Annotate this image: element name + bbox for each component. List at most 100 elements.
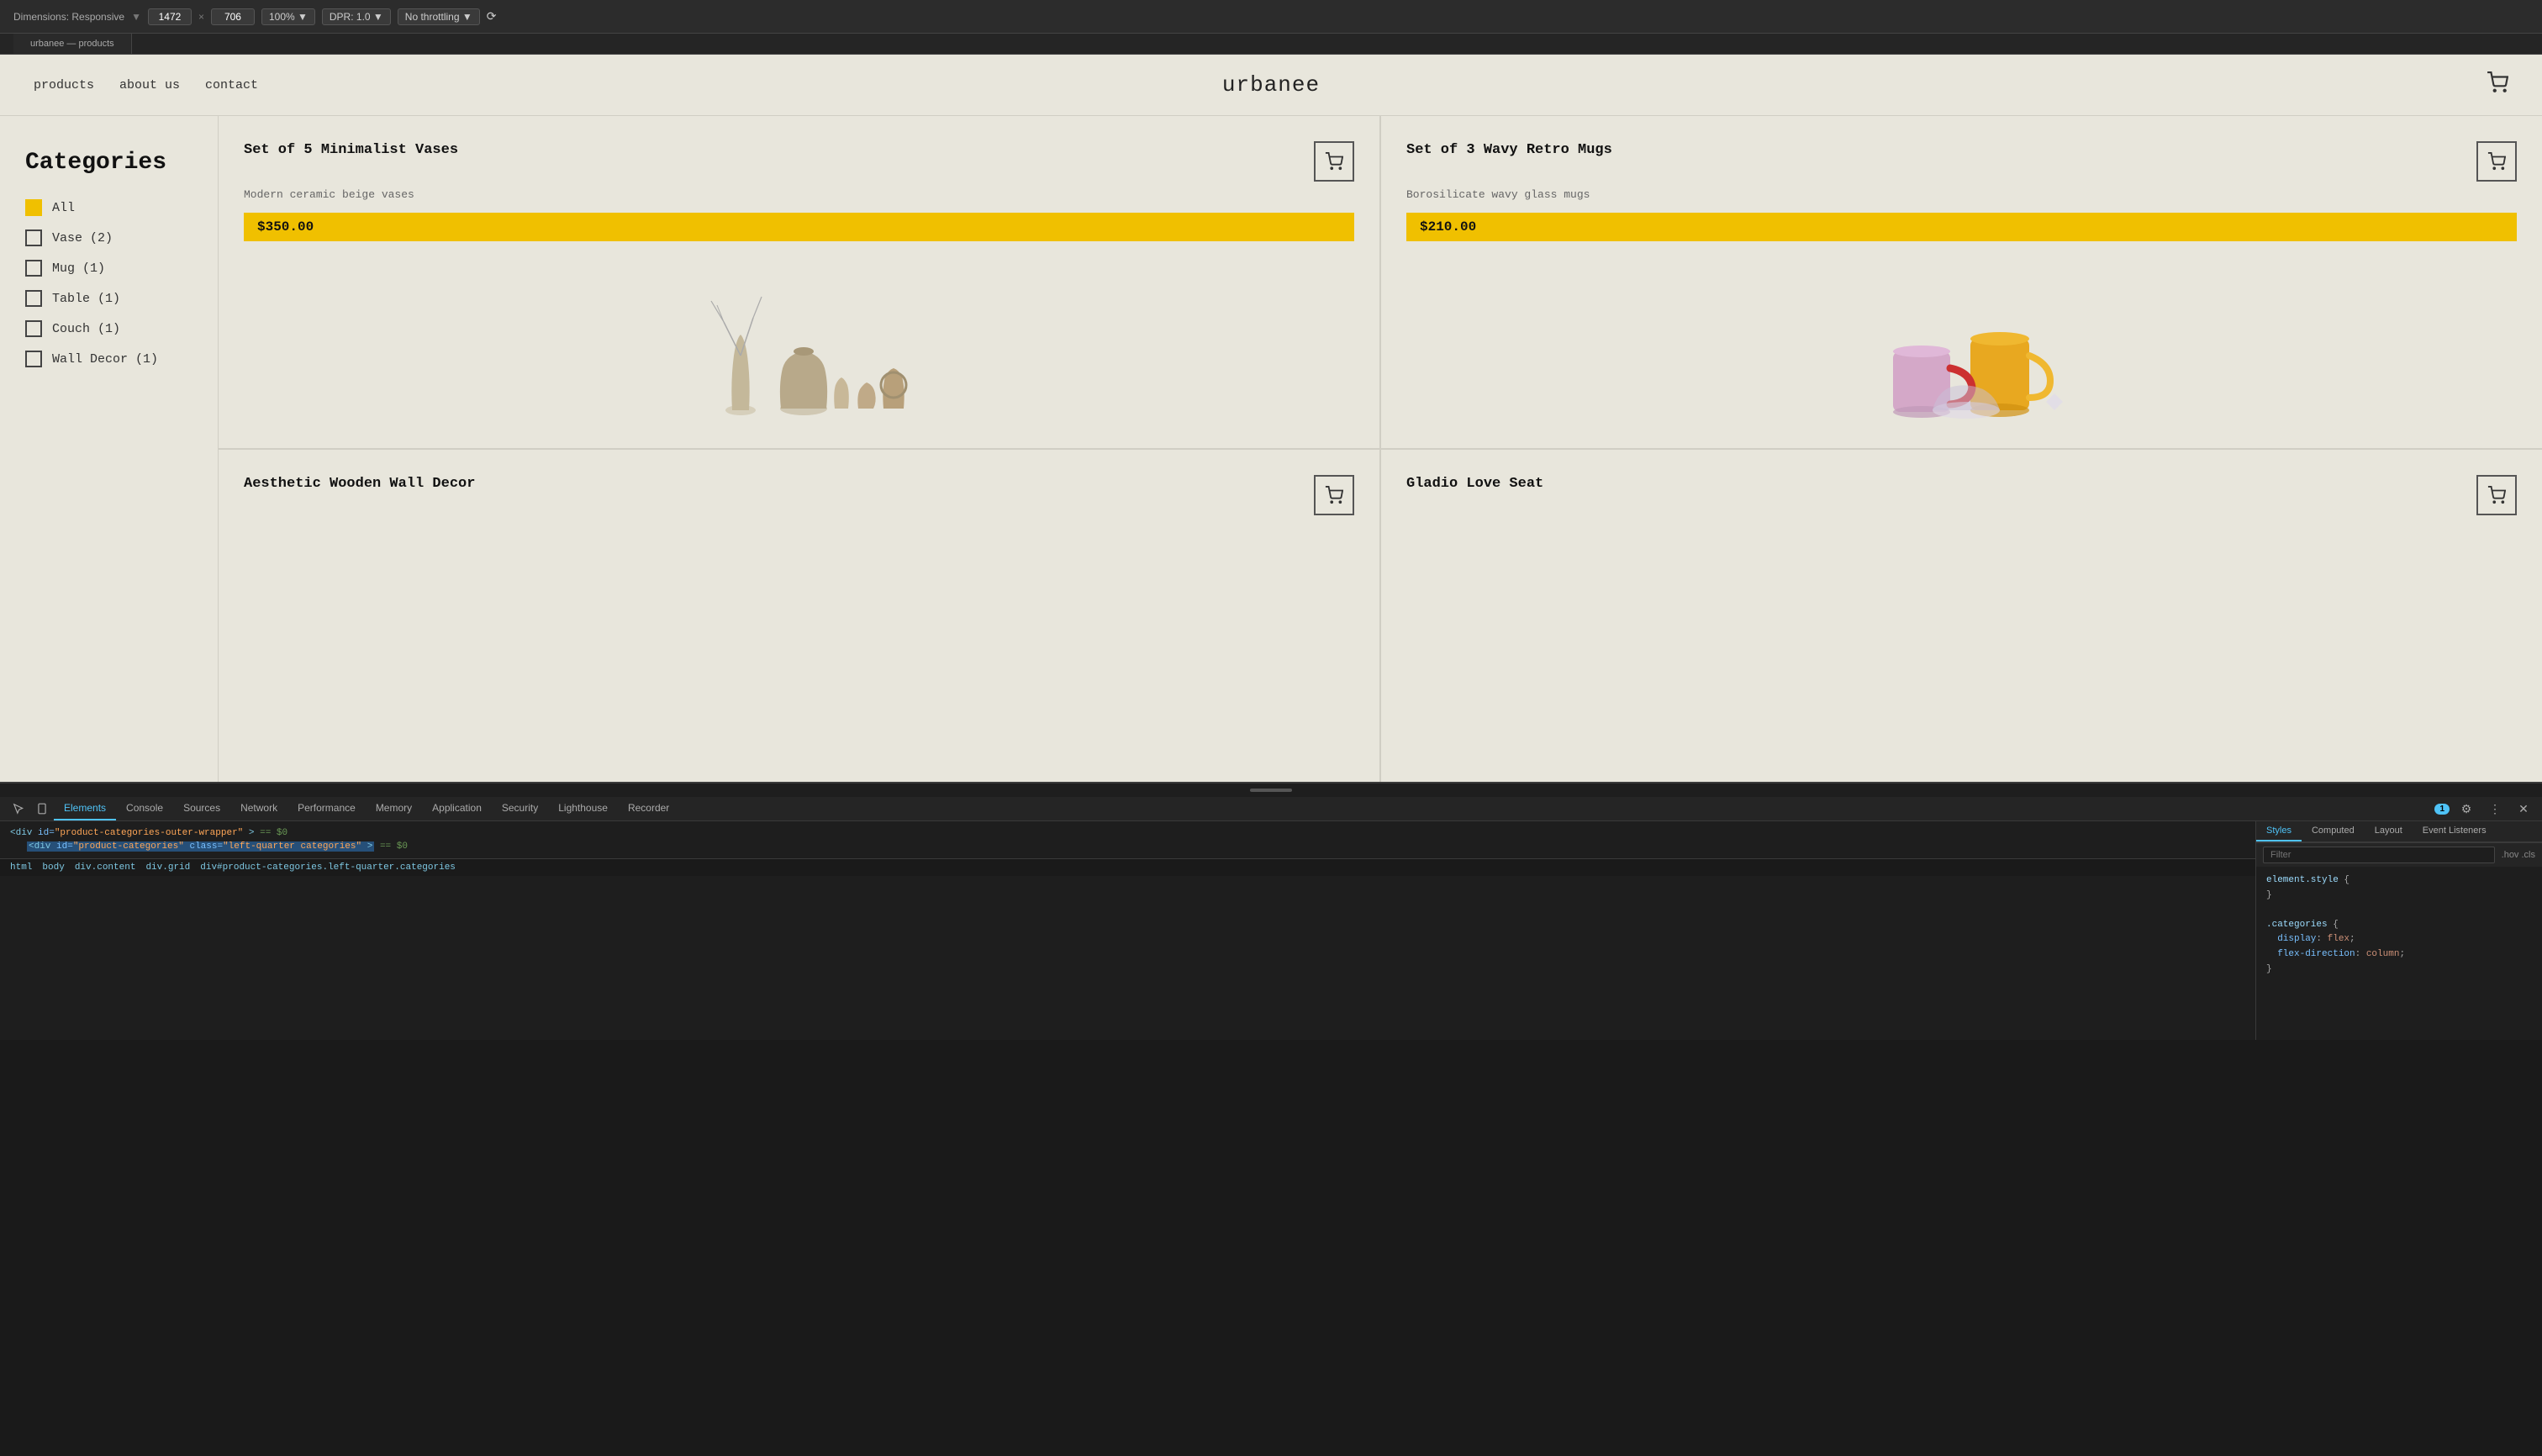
devtools-settings-btn[interactable]: ⚙ [2455,797,2478,820]
checkbox-vase[interactable] [25,229,42,246]
throttle-btn[interactable]: No throttling ▼ [398,8,480,25]
product-name-1: Set of 5 Minimalist Vases [244,141,458,160]
right-tab-computed[interactable]: Computed [2302,821,2365,841]
category-item-couch[interactable]: Couch (1) [25,320,192,337]
category-label-couch: Couch (1) [52,322,120,336]
add-cart-btn-3[interactable] [1314,475,1354,515]
devtools-close-btn[interactable]: ✕ [2512,797,2535,820]
checkbox-walldecor[interactable] [25,351,42,367]
devtools-tab-performance[interactable]: Performance [287,797,366,820]
product-price-2: $210.00 [1406,213,2517,241]
category-item-table[interactable]: Table (1) [25,290,192,307]
elements-line-2[interactable]: <div id="product-categories" class="left… [10,840,2245,853]
devtools-drag-handle[interactable] [1250,789,1292,792]
cart-icon[interactable] [2487,71,2508,98]
category-label-table: Table (1) [52,292,120,306]
category-item-walldecor[interactable]: Wall Decor (1) [25,351,192,367]
site-nav: products about us contact urbanee [0,55,2542,116]
product-image-2 [1406,255,2517,423]
error-count-badge: 1 [2434,804,2450,815]
product-price-1: $350.00 [244,213,1354,241]
product-name-4: Gladio Love Seat [1406,475,1543,493]
devtools-tab-sources[interactable]: Sources [173,797,230,820]
dimensions-separator: × [198,11,204,23]
height-input[interactable] [211,8,255,25]
sidebar: Categories All Vase (2) Mug (1) Table (1… [0,116,219,782]
elements-panel: <div id="product-categories-outer-wrappe… [0,821,2256,1040]
nav-contact[interactable]: contact [205,78,258,92]
products-grid: Set of 5 Minimalist Vases Modern ceramic… [219,116,2542,782]
category-item-vase[interactable]: Vase (2) [25,229,192,246]
right-tab-styles[interactable]: Styles [2256,821,2302,841]
breadcrumb-body[interactable]: body [42,863,64,873]
devtools-tab-elements[interactable]: Elements [54,797,116,820]
breadcrumb-product-categories[interactable]: div#product-categories.left-quarter.cate… [200,863,456,873]
checkbox-all[interactable] [25,199,42,216]
product-desc-2: Borosilicate wavy glass mugs [1406,188,2517,201]
add-cart-btn-1[interactable] [1314,141,1354,182]
devtools: Elements Console Sources Network Perform… [0,782,2542,1040]
devtools-tab-console[interactable]: Console [116,797,173,820]
site-title: urbanee [1222,72,1320,98]
device-toggle-btn[interactable] [30,797,54,820]
category-label-all: All [52,201,75,215]
elements-line-1[interactable]: <div id="product-categories-outer-wrappe… [10,826,2245,840]
site-main: Categories All Vase (2) Mug (1) Table (1… [0,116,2542,782]
right-tab-layout[interactable]: Layout [2365,821,2413,841]
nav-products[interactable]: products [34,78,94,92]
nav-links: products about us contact [34,78,258,92]
product-header-4: Gladio Love Seat [1406,475,2517,515]
dpr-btn[interactable]: DPR: 1.0 ▼ [322,8,391,25]
inspect-element-btn[interactable] [7,797,30,820]
devtools-tab-recorder[interactable]: Recorder [618,797,679,820]
checkbox-couch[interactable] [25,320,42,337]
product-name-2: Set of 3 Wavy Retro Mugs [1406,141,1612,160]
styles-panel: Styles Computed Layout Event Listeners .… [2256,821,2542,1040]
nav-about[interactable]: about us [119,78,180,92]
checkbox-mug[interactable] [25,260,42,277]
rotate-btn[interactable]: ⟳ [487,9,497,24]
zoom-btn[interactable]: 100% ▼ [261,8,315,25]
style-filter-input[interactable] [2263,847,2495,863]
product-header-3: Aesthetic Wooden Wall Decor [244,475,1354,515]
sidebar-title: Categories [25,150,192,176]
devtools-more-btn[interactable]: ⋮ [2483,797,2507,820]
devtools-tab-bar: Elements Console Sources Network Perform… [0,797,2542,821]
devtools-tab-application[interactable]: Application [422,797,492,820]
devtools-tab-memory[interactable]: Memory [366,797,422,820]
filter-row: .hov .cls [2256,842,2542,867]
browser-tab-bar: urbanee — products [0,34,2542,55]
product-image-1 [244,255,1354,423]
styles-content: element.style { } .categories { display:… [2256,867,2542,1040]
product-header-1: Set of 5 Minimalist Vases [244,141,1354,182]
category-label-mug: Mug (1) [52,261,105,276]
product-card-1: Set of 5 Minimalist Vases Modern ceramic… [219,116,1380,449]
responsive-toolbar: Dimensions: Responsive ▼ × 100% ▼ DPR: 1… [13,8,496,25]
add-cart-btn-4[interactable] [2476,475,2517,515]
hov-cls-label[interactable]: .hov .cls [2502,850,2535,860]
width-input[interactable] [148,8,192,25]
devtools-tab-network[interactable]: Network [230,797,287,820]
category-list: All Vase (2) Mug (1) Table (1) Couch (1) [25,199,192,367]
devtools-split: <div id="product-categories-outer-wrappe… [0,821,2542,1040]
category-label-walldecor: Wall Decor (1) [52,352,158,367]
category-label-vase: Vase (2) [52,231,113,245]
checkbox-table[interactable] [25,290,42,307]
browser-chrome: Dimensions: Responsive ▼ × 100% ▼ DPR: 1… [0,0,2542,34]
devtools-tab-security[interactable]: Security [492,797,548,820]
category-item-all[interactable]: All [25,199,192,216]
breadcrumb-div-content[interactable]: div.content [75,863,136,873]
add-cart-btn-2[interactable] [2476,141,2517,182]
breadcrumb-html[interactable]: html [10,863,32,873]
breadcrumb-div-grid[interactable]: div.grid [145,863,190,873]
product-card-3: Aesthetic Wooden Wall Decor [219,449,1380,782]
devtools-right-tabs: Styles Computed Layout Event Listeners [2256,821,2542,842]
devtools-tab-lighthouse[interactable]: Lighthouse [548,797,618,820]
elements-tree: <div id="product-categories-outer-wrappe… [0,821,2255,859]
category-item-mug[interactable]: Mug (1) [25,260,192,277]
browser-tab-1[interactable]: urbanee — products [13,34,132,54]
product-header-2: Set of 3 Wavy Retro Mugs [1406,141,2517,182]
product-card-4: Gladio Love Seat [1380,449,2542,782]
dimensions-label: Dimensions: Responsive [13,11,124,23]
right-tab-event-listeners[interactable]: Event Listeners [2413,821,2497,841]
